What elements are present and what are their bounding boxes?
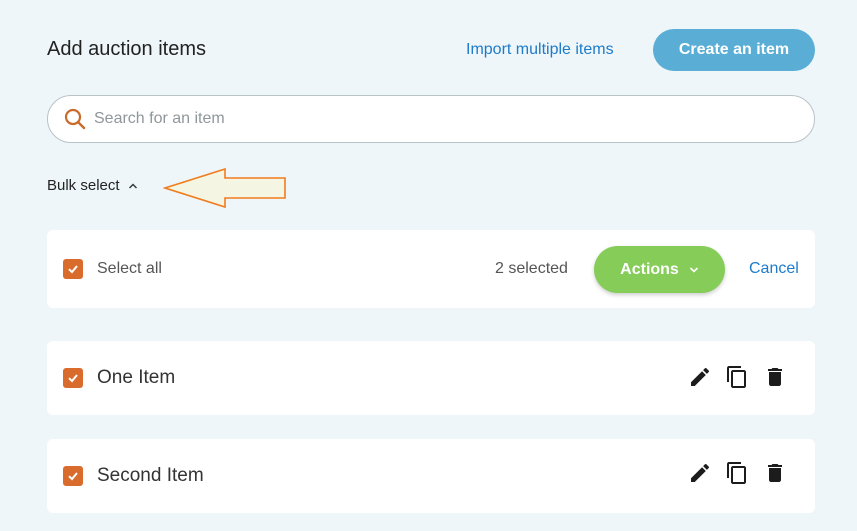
page-title: Add auction items (47, 38, 206, 60)
search-bar (47, 95, 815, 143)
edit-button[interactable] (688, 365, 712, 389)
bulk-select-label: Bulk select (47, 177, 120, 194)
item-name: One Item (97, 367, 176, 388)
trash-icon (768, 368, 782, 386)
select-all-label: Select all (97, 260, 162, 277)
pencil-icon (691, 463, 710, 482)
item-name: Second Item (97, 465, 204, 486)
checkmark-icon (68, 265, 78, 274)
trash-icon (768, 464, 782, 482)
copy-icon (727, 366, 746, 388)
search-icon (64, 108, 86, 130)
checkmark-icon (68, 472, 78, 481)
actions-label: Actions (620, 260, 679, 278)
chevron-down-icon (689, 266, 698, 273)
bulk-select-bar: Select all 2 selected Actions Cancel (47, 230, 815, 308)
bulk-select-toggle[interactable]: Bulk select (47, 177, 138, 194)
item-checkbox[interactable] (63, 466, 83, 486)
list-item: Second Item (47, 439, 815, 513)
checkmark-icon (68, 374, 78, 383)
pencil-icon (691, 367, 710, 386)
delete-button[interactable] (763, 461, 787, 485)
arrow-left-icon (163, 168, 286, 209)
cancel-link[interactable]: Cancel (749, 260, 799, 278)
delete-button[interactable] (763, 365, 787, 389)
create-item-button[interactable]: Create an item (653, 29, 815, 71)
copy-icon (727, 462, 746, 484)
edit-button[interactable] (688, 461, 712, 485)
list-item: One Item (47, 341, 815, 415)
duplicate-button[interactable] (725, 365, 749, 389)
search-input[interactable] (94, 110, 734, 128)
item-checkbox[interactable] (63, 368, 83, 388)
import-multiple-items-link[interactable]: Import multiple items (466, 41, 614, 59)
actions-button[interactable]: Actions (594, 246, 725, 293)
chevron-up-icon (128, 183, 137, 188)
select-all-checkbox[interactable] (63, 259, 83, 279)
duplicate-button[interactable] (725, 461, 749, 485)
selected-count: 2 selected (495, 260, 568, 277)
